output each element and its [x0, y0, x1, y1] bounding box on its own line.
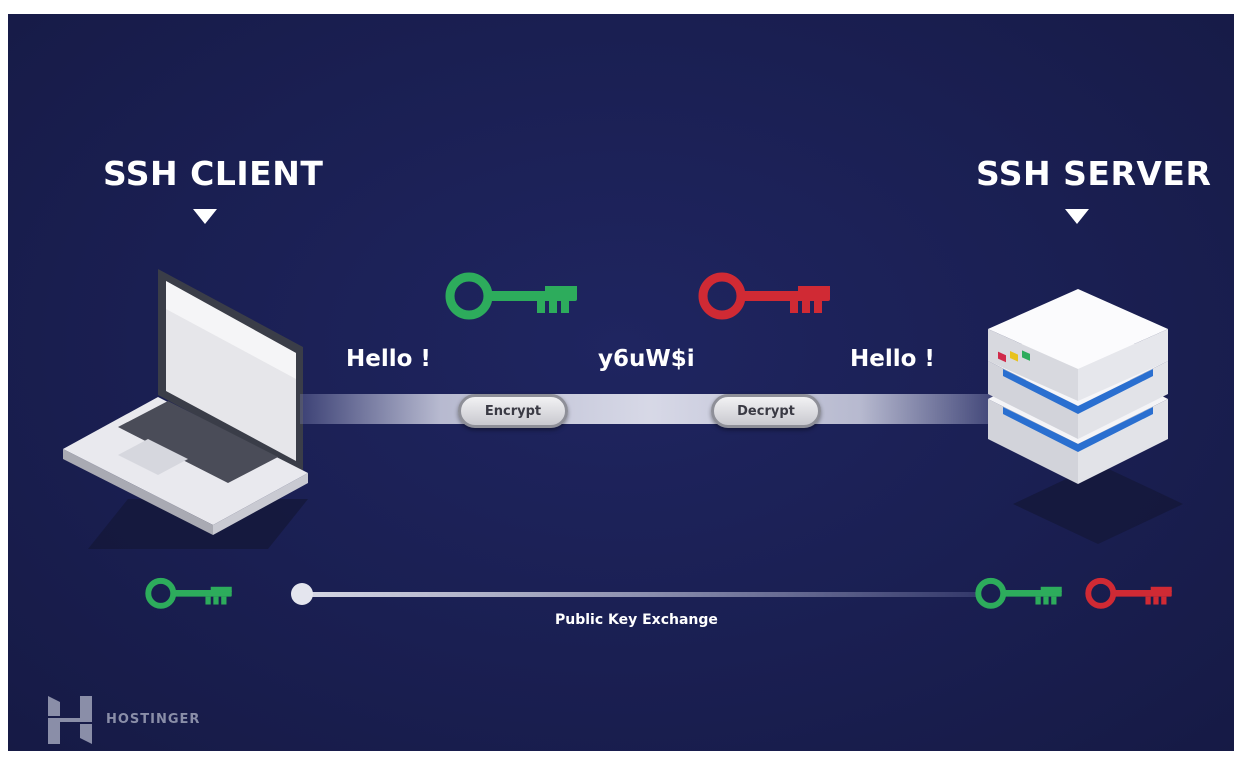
private-key-icon	[698, 272, 830, 320]
server-icon	[988, 289, 1183, 544]
client-pointer-icon	[193, 209, 217, 224]
exchange-start-dot	[291, 583, 313, 605]
server-message: Hello !	[850, 346, 935, 372]
hostinger-logo-icon	[48, 696, 92, 744]
connection-beam	[300, 394, 1000, 424]
client-message: Hello !	[346, 346, 431, 372]
server-pointer-icon	[1065, 209, 1089, 224]
ssh-diagram: SSH CLIENT SSH SERVER Encrypt Decrypt He…	[8, 14, 1234, 751]
laptop-icon	[63, 269, 308, 549]
cipher-text: y6uW$i	[598, 346, 695, 372]
client-public-key-icon	[145, 577, 232, 609]
client-title: SSH CLIENT	[103, 154, 324, 193]
server-title: SSH SERVER	[976, 154, 1212, 193]
exchange-label: Public Key Exchange	[555, 612, 718, 628]
server-public-key-icon	[975, 577, 1062, 609]
exchange-line	[300, 592, 980, 597]
server-private-key-icon	[1085, 577, 1172, 609]
decrypt-step: Decrypt	[711, 394, 821, 428]
public-key-icon	[445, 272, 577, 320]
encrypt-step: Encrypt	[458, 394, 568, 428]
brand-name: HOSTINGER	[106, 712, 201, 727]
